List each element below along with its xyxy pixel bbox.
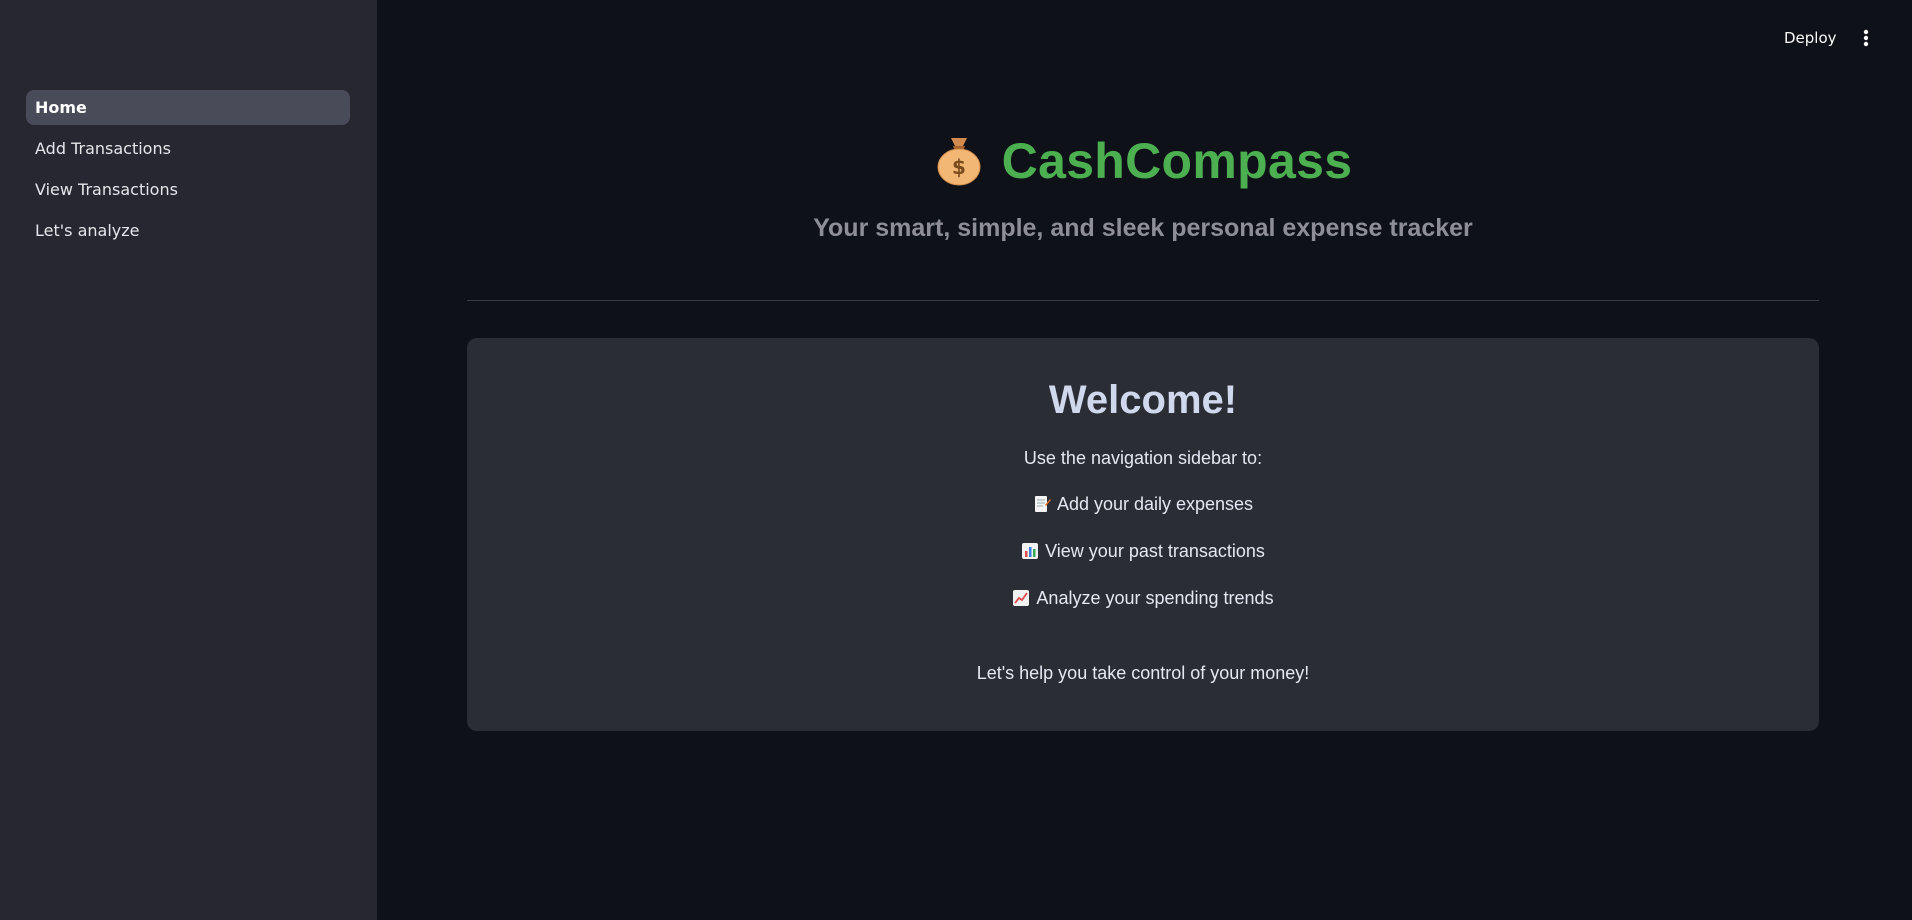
memo-icon	[1033, 495, 1051, 518]
sidebar-nav: Home Add Transactions View Transactions …	[26, 90, 350, 254]
deploy-button[interactable]: Deploy	[1778, 24, 1843, 52]
divider	[467, 300, 1819, 301]
sidebar-item-label: Add Transactions	[35, 139, 171, 158]
welcome-card: Welcome! Use the navigation sidebar to: …	[467, 338, 1819, 731]
bullet-text: Add your daily expenses	[1056, 494, 1254, 514]
bullet-text: View your past transactions	[1045, 541, 1265, 561]
svg-text:$: $	[952, 155, 966, 179]
list-item: View your past transactions	[467, 541, 1819, 565]
sidebar: Home Add Transactions View Transactions …	[0, 0, 377, 920]
welcome-intro: Use the navigation sidebar to:	[1023, 448, 1263, 468]
sidebar-item-add-transactions[interactable]: Add Transactions	[26, 131, 350, 166]
welcome-closing: Let's help you take control of your mone…	[976, 663, 1310, 683]
list-item: Analyze your spending trends	[467, 588, 1819, 612]
money-bag-icon: $	[934, 132, 984, 190]
sidebar-item-view-transactions[interactable]: View Transactions	[26, 172, 350, 207]
list-item: Add your daily expenses	[467, 494, 1819, 518]
more-vert-icon[interactable]	[1856, 24, 1876, 52]
app-title: CashCompass	[1001, 133, 1353, 189]
app-root: Home Add Transactions View Transactions …	[0, 0, 1912, 920]
page-title: $ CashCompass	[467, 126, 1819, 196]
sidebar-item-label: Home	[35, 98, 87, 117]
page-subtitle: Your smart, simple, and sleek personal e…	[813, 214, 1473, 242]
chart-increasing-icon	[1012, 589, 1030, 612]
sidebar-item-lets-analyze[interactable]: Let's analyze	[26, 213, 350, 248]
sidebar-item-label: View Transactions	[35, 180, 178, 199]
bullet-text: Analyze your spending trends	[1036, 588, 1274, 608]
sidebar-item-home[interactable]: Home	[26, 90, 350, 125]
welcome-title: Welcome!	[1048, 378, 1238, 422]
bar-chart-icon	[1021, 542, 1039, 565]
sidebar-item-label: Let's analyze	[35, 221, 140, 240]
